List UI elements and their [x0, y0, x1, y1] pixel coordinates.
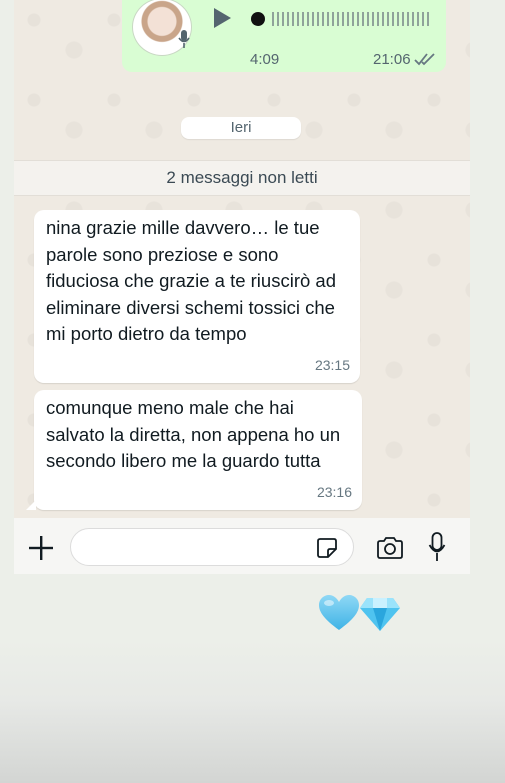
- message-text: comunque meno male che hai salvato la di…: [46, 397, 341, 471]
- audio-waveform[interactable]: [272, 12, 432, 26]
- message-text: nina grazie mille davvero… le tue parole…: [46, 217, 336, 344]
- playback-scrubber-handle[interactable]: [251, 12, 265, 26]
- voice-message-bubble[interactable]: 4:09 21:06: [122, 0, 446, 72]
- voice-timestamp: 21:06: [373, 51, 411, 68]
- sticker-icon[interactable]: [316, 537, 338, 559]
- voice-duration: 4:09: [250, 51, 280, 68]
- incoming-message[interactable]: comunque meno male che hai salvato la di…: [26, 390, 362, 510]
- bubble-tail: [26, 500, 36, 510]
- message-timestamp: 23:16: [316, 483, 352, 500]
- message-input[interactable]: [70, 528, 354, 566]
- microphone-icon[interactable]: [428, 532, 446, 562]
- double-check-icon: [414, 53, 435, 66]
- camera-icon[interactable]: [376, 536, 404, 560]
- date-separator: Ieri: [181, 117, 301, 139]
- plus-icon[interactable]: [28, 535, 54, 561]
- play-icon[interactable]: [214, 8, 231, 28]
- gem-emoji: [360, 598, 400, 631]
- voice-microphone-icon: [178, 30, 190, 48]
- incoming-message[interactable]: nina grazie mille davvero… le tue parole…: [34, 210, 360, 383]
- light-blue-heart-emoji: [319, 595, 359, 630]
- unread-messages-banner: 2 messaggi non letti: [14, 160, 470, 196]
- message-timestamp: 23:15: [314, 356, 350, 373]
